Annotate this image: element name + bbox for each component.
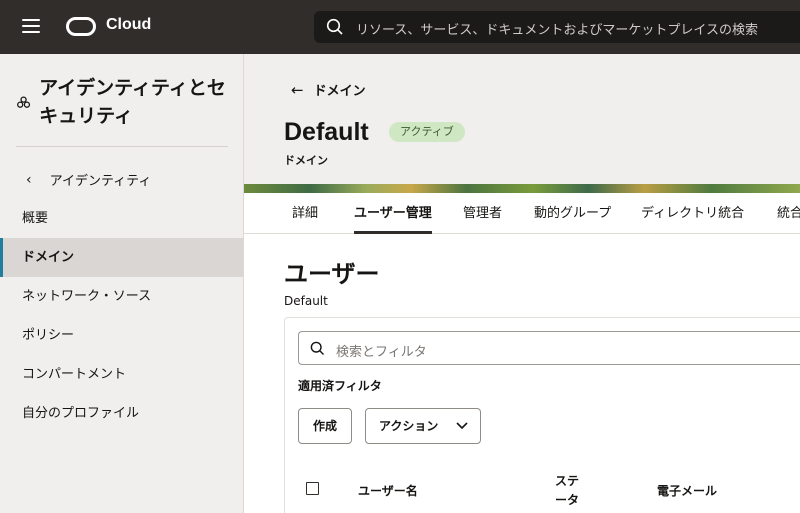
sidebar-item-my-profile[interactable]: 自分のプロファイル — [0, 394, 243, 433]
filter-placeholder: 検索とフィルタ — [336, 345, 427, 360]
sidebar-back-label: アイデンティティ — [49, 174, 152, 189]
sidebar-item-compartments[interactable]: コンパートメント — [0, 355, 243, 394]
tab-administrators[interactable]: 管理者 — [463, 193, 502, 234]
tab-bar: 詳細 ユーザー管理 管理者 動的グループ ディレクトリ統合 統合 — [244, 193, 800, 234]
search-filter-input[interactable]: 検索とフィルタ — [298, 331, 800, 365]
identity-security-icon — [17, 96, 31, 108]
oracle-logo[interactable] — [66, 17, 96, 36]
column-header-status[interactable]: ステータス — [555, 472, 587, 513]
sidebar-item-domains[interactable]: ドメイン — [0, 238, 243, 277]
top-bar: Cloud リソース、サービス、ドキュメントおよびマーケットプレイスの検索 — [0, 0, 800, 54]
tab-integration[interactable]: 統合 — [777, 193, 800, 234]
column-header-email[interactable]: 電子メール — [657, 482, 717, 499]
sidebar-divider — [16, 146, 228, 147]
back-to-domains-link[interactable]: ← ドメイン — [291, 80, 366, 100]
search-icon — [326, 18, 343, 35]
search-icon — [310, 341, 324, 355]
section-subtitle: Default — [284, 294, 328, 308]
hamburger-icon[interactable] — [22, 19, 40, 35]
column-header-username[interactable]: ユーザー名 — [358, 482, 418, 499]
arrow-left-icon: ← — [291, 80, 304, 99]
sidebar-item-overview[interactable]: 概要 — [0, 199, 243, 238]
back-link-label: ドメイン — [313, 84, 366, 99]
actions-label: アクション — [379, 419, 439, 433]
tab-directory-integration[interactable]: ディレクトリ統合 — [641, 193, 744, 234]
tab-details[interactable]: 詳細 — [292, 193, 318, 234]
page-title: Default — [284, 118, 369, 146]
sidebar-item-policies[interactable]: ポリシー — [0, 316, 243, 355]
page-subtitle: ドメイン — [284, 154, 328, 167]
actions-dropdown[interactable]: アクション — [365, 408, 481, 444]
decorative-banner — [244, 184, 800, 193]
status-badge: アクティブ — [389, 122, 465, 142]
select-all-checkbox[interactable] — [306, 482, 319, 495]
section-title: ユーザー — [284, 261, 380, 288]
brand-label[interactable]: Cloud — [106, 16, 151, 34]
search-placeholder: リソース、サービス、ドキュメントおよびマーケットプレイスの検索 — [356, 23, 758, 38]
users-section: ユーザー Default 検索とフィルタ 適用済フィルタ 作成 アクション ユー… — [244, 234, 800, 513]
main-content: ← ドメイン Default アクティブ ドメイン 詳細 ユーザー管理 管理者 … — [244, 54, 800, 513]
applied-filters-label: 適用済フィルタ — [298, 379, 382, 393]
global-search-input[interactable]: リソース、サービス、ドキュメントおよびマーケットプレイスの検索 — [314, 11, 800, 43]
chevron-down-icon — [456, 422, 468, 430]
sidebar: アイデンティティとセキュリティ ‹ アイデンティティ 概要 ドメイン ネットワー… — [0, 54, 244, 513]
tab-dynamic-groups[interactable]: 動的グループ — [534, 193, 611, 234]
chevron-left-icon: ‹ — [26, 171, 32, 188]
sidebar-back-link[interactable]: ‹ アイデンティティ — [26, 170, 152, 190]
create-button[interactable]: 作成 — [298, 408, 352, 444]
tab-user-management[interactable]: ユーザー管理 — [354, 193, 432, 234]
sidebar-header: アイデンティティとセキュリティ — [16, 74, 232, 130]
sidebar-item-network-sources[interactable]: ネットワーク・ソース — [0, 277, 243, 316]
users-panel: 検索とフィルタ 適用済フィルタ 作成 アクション ユーザー名 ステータス 電子メ… — [284, 317, 800, 513]
sidebar-title: アイデンティティとセキュリティ — [39, 77, 226, 127]
